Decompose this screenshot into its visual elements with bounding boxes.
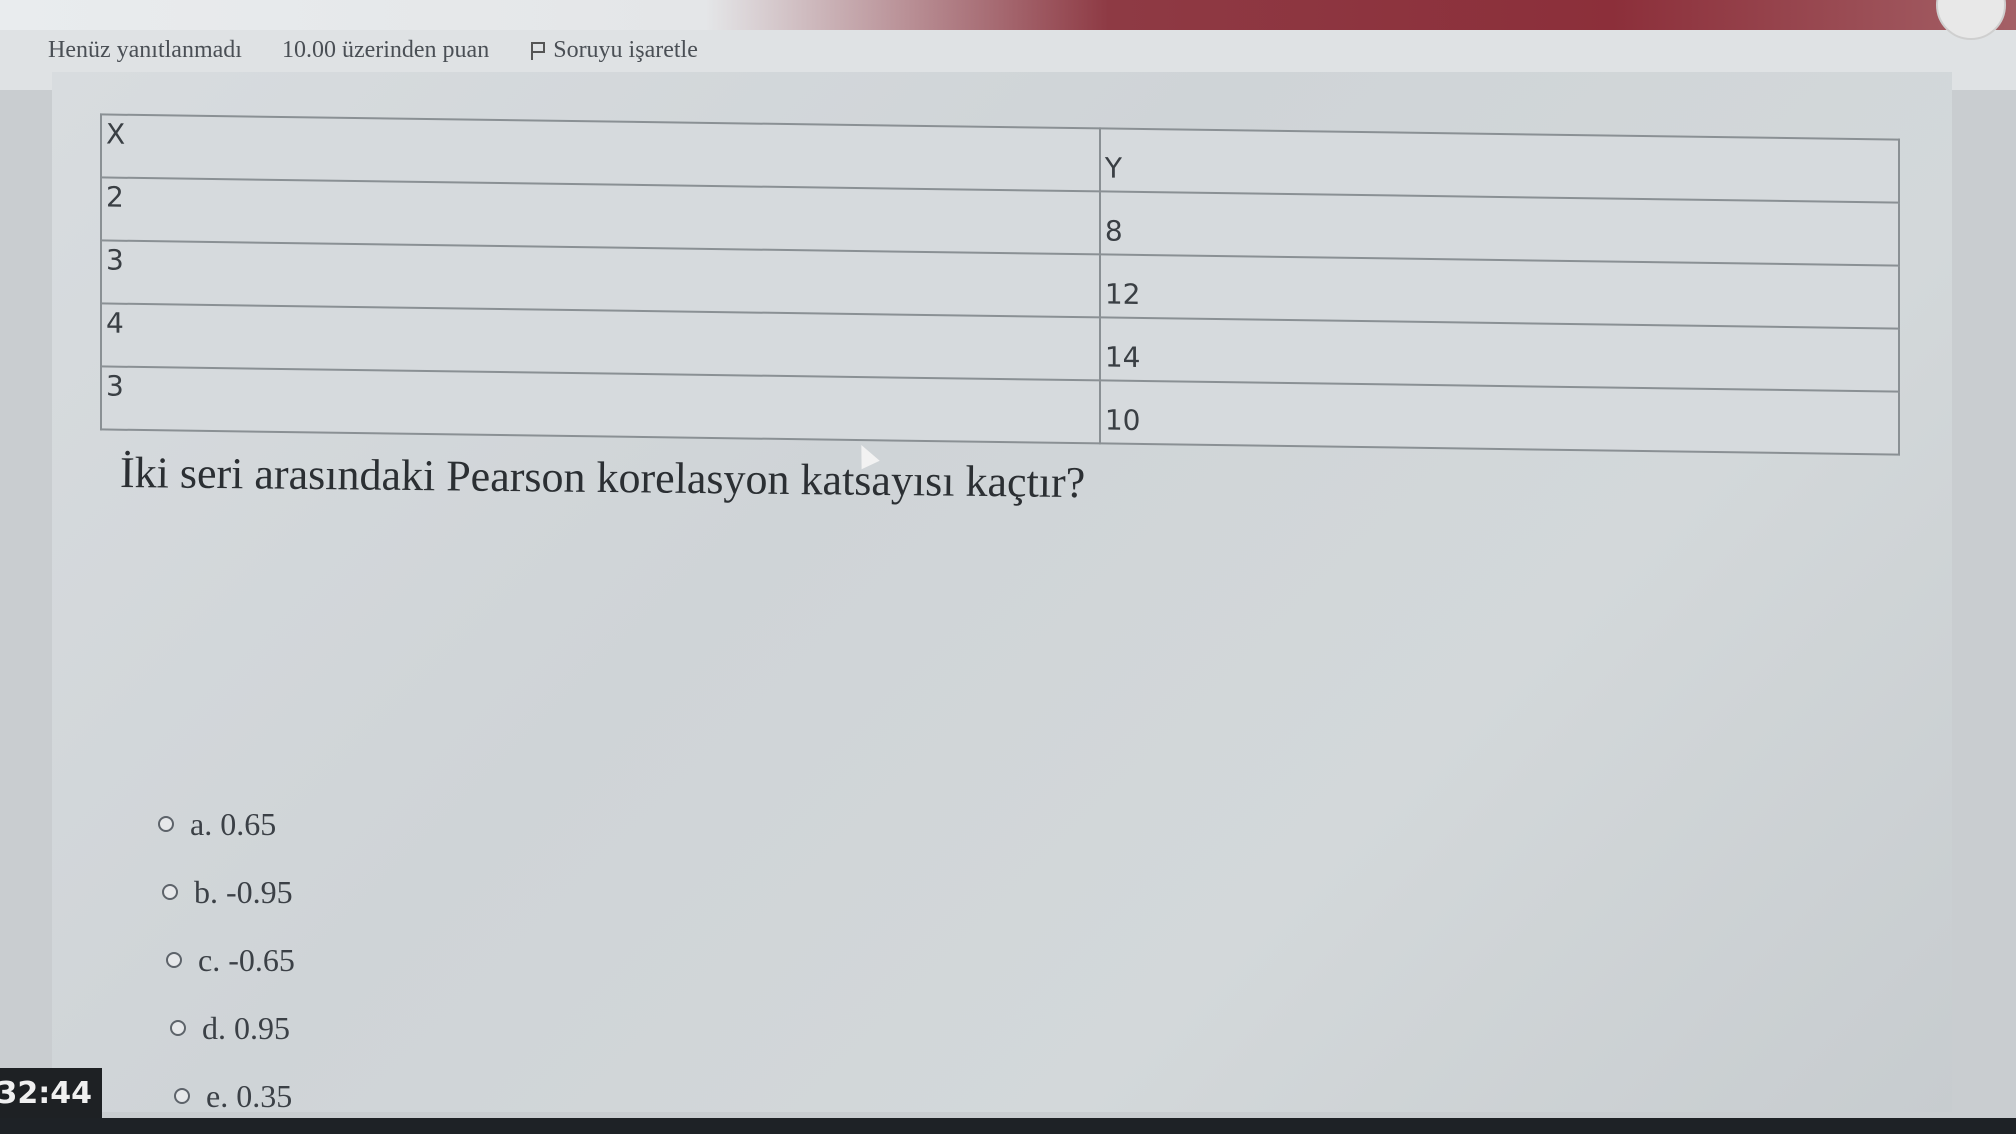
option-value: -0.95	[226, 873, 293, 910]
table-cell-y: 10	[1099, 380, 1899, 455]
data-table: X Y 2 8 3 12 4 14 3 10	[100, 113, 1900, 456]
flag-question-link[interactable]: Soruyu işaretle	[529, 37, 698, 64]
option-b[interactable]: b. -0.95	[162, 858, 295, 926]
option-value: 0.35	[236, 1077, 293, 1114]
question-meta: Henüz yanıtlanmadı 10.00 üzerinden puan …	[48, 30, 698, 70]
answer-options: a. 0.65 b. -0.95 c. -0.65 d. 0.95 e. 0.3…	[158, 790, 295, 1130]
answer-status: Henüz yanıtlanmadı	[48, 36, 242, 63]
quiz-timer: 32:44	[0, 1068, 102, 1118]
radio-button[interactable]	[162, 884, 178, 900]
option-value: 0.95	[234, 1009, 290, 1046]
option-letter: b.	[194, 873, 218, 910]
option-letter: a.	[190, 805, 213, 842]
radio-button[interactable]	[170, 1020, 186, 1036]
radio-button[interactable]	[158, 816, 174, 832]
option-letter: d.	[202, 1009, 226, 1046]
table-cell-y: 8	[1099, 191, 1899, 266]
table-cell-y: 12	[1099, 254, 1899, 329]
radio-button[interactable]	[174, 1088, 190, 1104]
bottom-bar	[0, 1118, 2016, 1134]
flag-question-label: Soruyu işaretle	[553, 36, 698, 63]
radio-button[interactable]	[166, 952, 182, 968]
flag-icon	[529, 40, 546, 60]
option-d[interactable]: d. 0.95	[170, 994, 295, 1062]
option-letter: c.	[198, 941, 221, 978]
table-cell-y: 14	[1099, 317, 1899, 392]
table-cell-x: 3	[101, 366, 1100, 444]
question-points: 10.00 üzerinden puan	[281, 36, 490, 63]
option-c[interactable]: c. -0.65	[166, 926, 295, 994]
option-value: -0.65	[228, 941, 295, 978]
option-letter: e.	[206, 1077, 229, 1114]
option-a[interactable]: a. 0.65	[158, 790, 295, 858]
question-text: İki seri arasındaki Pearson korelasyon k…	[119, 447, 1086, 508]
option-value: 0.65	[220, 805, 277, 842]
table-header-y: Y	[1099, 128, 1899, 203]
